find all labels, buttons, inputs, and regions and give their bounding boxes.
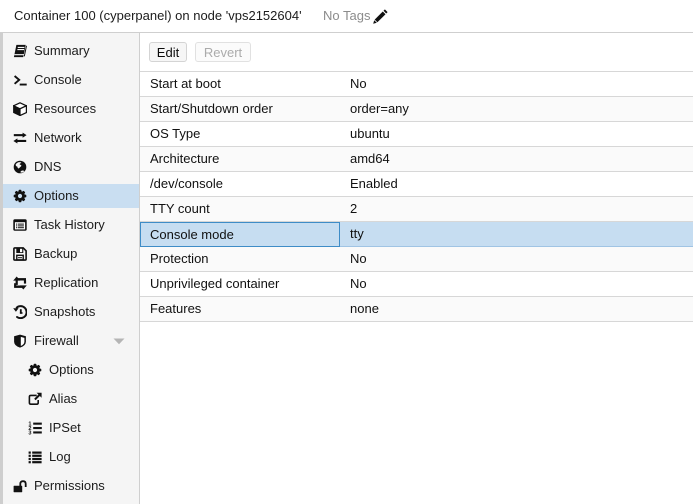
svg-text:3: 3 <box>28 430 31 435</box>
